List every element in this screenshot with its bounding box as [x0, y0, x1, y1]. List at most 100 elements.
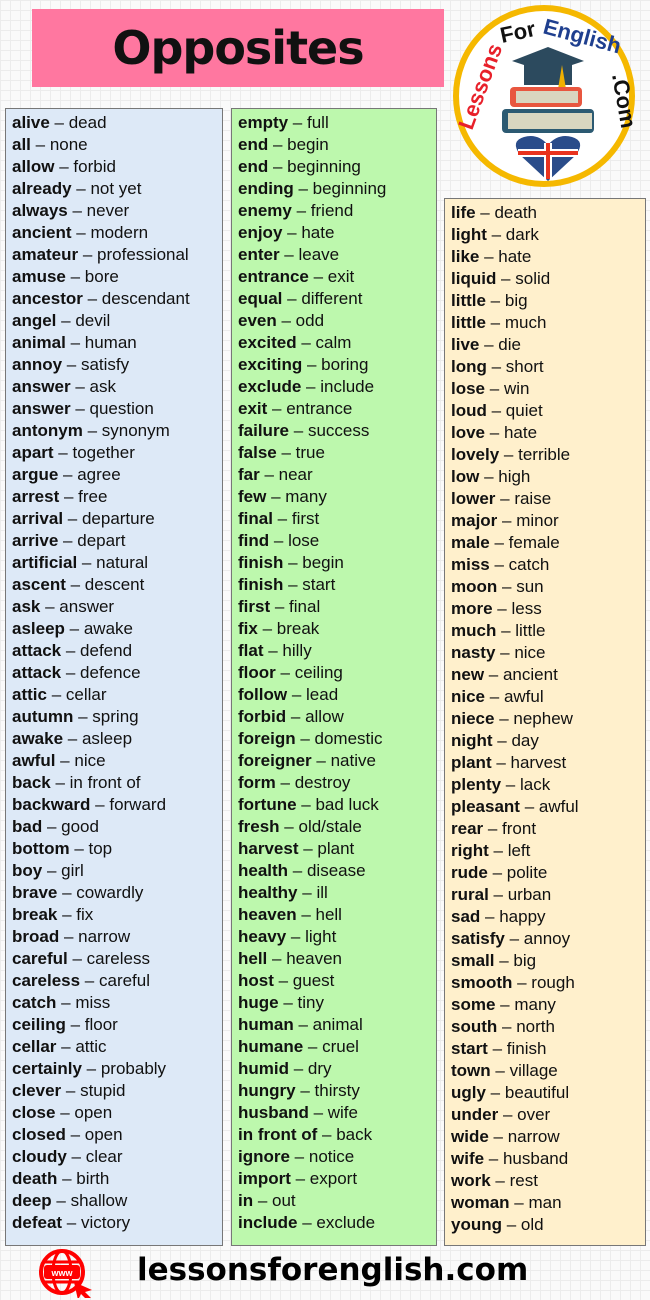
word: include [238, 1213, 298, 1232]
opposite-word: awful [538, 797, 579, 816]
opposite-pair: moon – sun [445, 576, 645, 598]
opposite-word: rough [531, 973, 575, 992]
opposite-word: old [520, 1215, 544, 1234]
word: careless [12, 971, 81, 990]
opposite-word: ceiling [294, 663, 343, 682]
footer: www lessonsforenglish.com [0, 1249, 650, 1300]
opposite-pair: annoy – satisfy [6, 354, 222, 376]
dash: – [479, 247, 499, 266]
opposite-word: disease [306, 861, 366, 880]
word: asleep [12, 619, 65, 638]
opposite-pair: finish – start [232, 574, 436, 596]
opposite-word: boring [321, 355, 369, 374]
opposite-pair: new – ancient [445, 664, 645, 686]
opposite-pair: love – hate [445, 422, 645, 444]
word: host [238, 971, 274, 990]
opposite-word: die [498, 335, 521, 354]
opposite-word: minor [516, 511, 559, 530]
opposite-word: exit [327, 267, 355, 286]
dash: – [30, 135, 50, 154]
dash: – [289, 1147, 309, 1166]
opposite-word: open [84, 1125, 123, 1144]
dash: – [480, 907, 500, 926]
opposite-word: forbid [73, 157, 116, 176]
dash: – [488, 1127, 508, 1146]
word: attack [12, 663, 62, 682]
dash: – [57, 883, 77, 902]
opposite-pair: apart – together [6, 442, 222, 464]
opposite-pair: health – disease [232, 860, 436, 882]
opposite-pair: form – destroy [232, 772, 436, 794]
opposite-word: beautiful [504, 1083, 570, 1102]
opposite-word: begin [287, 135, 329, 154]
word: entrance [238, 267, 309, 286]
opposite-pair: husband – wife [232, 1102, 436, 1124]
word: in [238, 1191, 254, 1210]
dash: – [56, 993, 76, 1012]
dash: – [65, 1015, 85, 1034]
opposite-word: satisfy [80, 355, 130, 374]
word: end [238, 157, 269, 176]
opposite-word: spring [92, 707, 139, 726]
opposite-pair: like – hate [445, 246, 645, 268]
opposite-pair: right – left [445, 840, 645, 862]
opposite-word: bad luck [315, 795, 379, 814]
word: answer [12, 377, 71, 396]
dash: – [51, 1191, 71, 1210]
opposite-pair: low – high [445, 466, 645, 488]
opposite-pair: ending – beginning [232, 178, 436, 200]
dash: – [46, 685, 66, 704]
dash: – [502, 1215, 521, 1234]
word: moon [451, 577, 498, 596]
opposite-pair: exclude – include [232, 376, 436, 398]
opposite-word: win [503, 379, 530, 398]
dash: – [65, 267, 85, 286]
dash: – [59, 487, 79, 506]
word: nice [451, 687, 486, 706]
opposite-word: north [516, 1017, 555, 1036]
opposite-word: free [78, 487, 108, 506]
opposite-word: hell [315, 905, 342, 924]
opposite-word: heaven [286, 949, 342, 968]
opposite-pair: lower – raise [445, 488, 645, 510]
opposite-pair: arrive – depart [6, 530, 222, 552]
word: ignore [238, 1147, 290, 1166]
word: empty [238, 113, 289, 132]
opposite-word: light [305, 927, 337, 946]
opposite-pair: start – finish [445, 1038, 645, 1060]
opposite-word: devil [75, 311, 111, 330]
dash: – [57, 1169, 77, 1188]
word: final [238, 509, 273, 528]
website-url[interactable]: lessonsforenglish.com [137, 1252, 528, 1288]
dash: – [490, 1061, 510, 1080]
opposite-word: front [502, 819, 537, 838]
word: first [238, 597, 271, 616]
opposite-word: ask [89, 377, 116, 396]
opposite-pair: close – open [6, 1102, 222, 1124]
opposite-pair: nice – awful [445, 686, 645, 708]
opposite-word: many [285, 487, 327, 506]
word: enjoy [238, 223, 283, 242]
word: broad [12, 927, 60, 946]
word: new [451, 665, 485, 684]
opposite-word: out [272, 1191, 296, 1210]
opposite-word: break [276, 619, 320, 638]
word: foreigner [238, 751, 312, 770]
dash: – [298, 839, 318, 858]
dash: – [61, 1081, 81, 1100]
dash: – [253, 1191, 273, 1210]
word: humid [238, 1059, 289, 1078]
dash: – [49, 113, 69, 132]
opposite-word: short [505, 357, 544, 376]
dash: – [81, 1059, 101, 1078]
dash: – [67, 201, 87, 220]
opposite-pair: light – dark [445, 224, 645, 246]
opposite-word: good [61, 817, 99, 836]
word: cellar [12, 1037, 57, 1056]
dash: – [485, 379, 504, 398]
opposite-word: bore [84, 267, 119, 286]
word: huge [238, 993, 279, 1012]
opposite-word: back [336, 1125, 373, 1144]
opposite-word: female [508, 533, 560, 552]
dash: – [296, 905, 316, 924]
